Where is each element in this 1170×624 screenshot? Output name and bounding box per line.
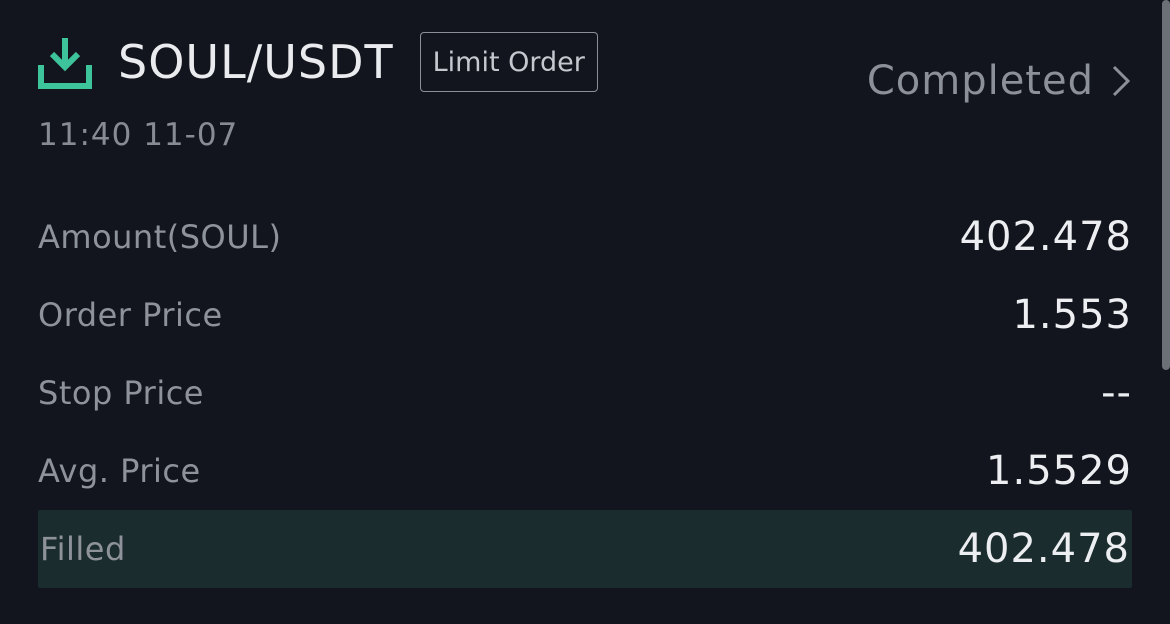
order-type-badge: Limit Order: [419, 32, 598, 92]
scrollbar[interactable]: [1162, 0, 1170, 370]
order-detail-card: SOUL/USDT Limit Order Completed 11:40 11…: [0, 0, 1170, 624]
detail-row-amount: Amount(SOUL) 402.478: [38, 198, 1132, 276]
detail-row-order-price: Order Price 1.553: [38, 276, 1132, 354]
detail-label: Stop Price: [38, 374, 204, 412]
order-header: SOUL/USDT Limit Order: [38, 30, 598, 94]
chevron-right-icon: [1112, 65, 1130, 97]
detail-row-stop-price: Stop Price --: [38, 354, 1132, 432]
detail-label: Avg. Price: [38, 452, 201, 490]
order-details-list: Amount(SOUL) 402.478 Order Price 1.553 S…: [38, 198, 1132, 588]
order-status: Completed: [866, 58, 1094, 104]
detail-row-avg-price: Avg. Price 1.5529: [38, 432, 1132, 510]
detail-value: 1.5529: [986, 448, 1132, 494]
detail-row-filled: Filled 402.478: [38, 510, 1132, 588]
detail-value: 1.553: [1012, 292, 1132, 338]
detail-label: Filled: [40, 530, 126, 568]
order-status-link[interactable]: Completed: [867, 58, 1130, 104]
detail-value: --: [1101, 370, 1132, 416]
detail-label: Order Price: [38, 296, 223, 334]
detail-value: 402.478: [957, 526, 1130, 572]
order-time: 11:40 11-07: [38, 117, 239, 153]
trading-pair: SOUL/USDT: [118, 35, 394, 89]
detail-label: Amount(SOUL): [38, 218, 282, 256]
detail-value: 402.478: [959, 214, 1132, 260]
download-icon: [38, 35, 92, 89]
